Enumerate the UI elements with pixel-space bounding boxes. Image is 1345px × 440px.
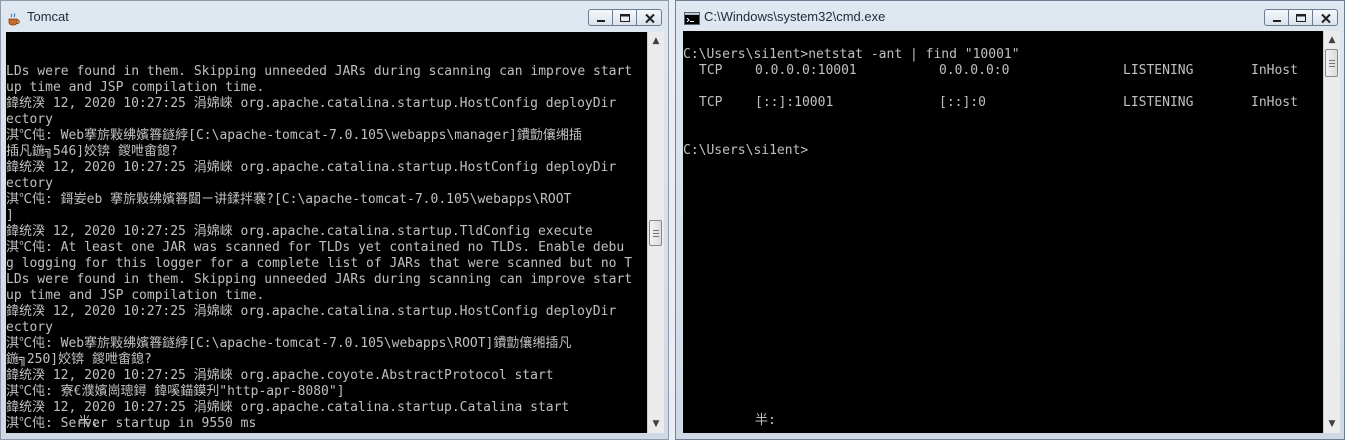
scroll-down-arrow-icon[interactable]: ▼ bbox=[1324, 416, 1340, 432]
close-icon bbox=[1321, 13, 1331, 24]
cmd-window: C:\Windows\system32\cmd.exe C:\Users\si1… bbox=[675, 0, 1345, 440]
maximize-button[interactable] bbox=[612, 9, 636, 26]
row-offload: InHost bbox=[1251, 95, 1298, 110]
minimize-icon bbox=[597, 20, 605, 22]
table-row: TCP [::]:10001 [::]:0 LISTENING InHost bbox=[683, 95, 1323, 351]
row-foreign-address: 0.0.0.0:0 bbox=[939, 63, 1010, 78]
console-line: 鍏统湀 12, 2020 10:27:25 涓婂崍 org.apache.cat… bbox=[6, 400, 570, 415]
row-proto: TCP bbox=[699, 63, 723, 78]
console-line: 鍏统湀 12, 2020 10:27:25 涓婂崍 org.apache.cat… bbox=[6, 160, 617, 175]
ime-indicator: 半: bbox=[78, 415, 99, 430]
console-line: 淇℃伅: Server startup in 9550 ms bbox=[6, 416, 257, 431]
console-line: 淇℃伅: 寮€濮嬪崗璁鐞 鍏嗘錨鏌刋"http-apr-8080"] bbox=[6, 384, 345, 399]
vertical-scrollbar[interactable]: ▲ ▼ bbox=[647, 32, 664, 433]
minimize-icon bbox=[1273, 20, 1281, 22]
window-controls bbox=[588, 9, 662, 26]
console-line: 插凡鍦╗546]姣锛 鍐呭畬鎴? bbox=[6, 144, 178, 159]
console-line: up time and JSP compilation time. bbox=[6, 288, 265, 303]
title-bar[interactable]: Tomcat bbox=[1, 1, 668, 32]
window-controls bbox=[1264, 9, 1338, 26]
minimize-button[interactable] bbox=[588, 9, 612, 26]
console-line: g logging for this logger for a complete… bbox=[6, 256, 633, 271]
console-line: ] bbox=[6, 208, 14, 223]
console-line: 鍏统湀 12, 2020 10:27:25 涓婂崍 org.apache.cat… bbox=[6, 304, 617, 319]
scroll-thumb[interactable] bbox=[649, 220, 662, 246]
row-local-address: [::]:10001 bbox=[755, 95, 834, 110]
cmd-console-output[interactable]: C:\Users\si1ent>netstat -ant | find "100… bbox=[683, 31, 1323, 433]
console-line: 鍏统湀 12, 2020 10:27:25 涓婂崍 org.apache.cat… bbox=[6, 224, 593, 239]
window-title: C:\Windows\system32\cmd.exe bbox=[704, 9, 886, 24]
console-line: 淇℃伅: At least one JAR was scanned for TL… bbox=[6, 240, 625, 255]
command-line: C:\Users\si1ent>netstat -ant | find "100… bbox=[683, 47, 1020, 62]
ime-indicator: 半: bbox=[755, 413, 776, 428]
tomcat-window: Tomcat LDs were found in them. Skipping … bbox=[0, 0, 669, 440]
scroll-up-arrow-icon[interactable]: ▲ bbox=[648, 33, 664, 49]
console-line: ectory bbox=[6, 112, 53, 127]
cmd-icon bbox=[684, 10, 700, 25]
maximize-icon bbox=[620, 14, 630, 22]
console-line: 鍏统湀 12, 2020 10:27:25 涓婂崍 org.apache.cat… bbox=[6, 96, 617, 111]
close-button[interactable] bbox=[636, 9, 662, 26]
close-icon bbox=[645, 13, 655, 24]
java-cup-icon bbox=[7, 11, 21, 26]
console-lines: LDs were found in them. Skipping unneede… bbox=[6, 64, 647, 432]
console-line: 淇℃伅: 鎶妛eb 搴旂敤绋嬪簭閮ㄧ讲鍒拌褰?[C:\apache-tomcat… bbox=[6, 192, 572, 207]
title-bar[interactable]: C:\Windows\system32\cmd.exe bbox=[676, 1, 1344, 32]
close-button[interactable] bbox=[1312, 9, 1338, 26]
vertical-scrollbar[interactable]: ▲ ▼ bbox=[1323, 31, 1340, 433]
scroll-thumb[interactable] bbox=[1325, 49, 1338, 77]
console-line: LDs were found in them. Skipping unneede… bbox=[6, 64, 633, 79]
console-line: ectory bbox=[6, 176, 53, 191]
maximize-icon bbox=[1296, 14, 1306, 22]
row-local-address: 0.0.0.0:10001 bbox=[755, 63, 857, 78]
prompt: C:\Users\si1ent> bbox=[683, 143, 809, 158]
console-line: 鍏统湀 12, 2020 10:27:25 涓婂崍 org.apache.coy… bbox=[6, 368, 554, 383]
console-line: LDs were found in them. Skipping unneede… bbox=[6, 272, 633, 287]
row-offload: InHost bbox=[1251, 63, 1298, 78]
tomcat-console-output[interactable]: LDs were found in them. Skipping unneede… bbox=[6, 32, 647, 433]
row-state: LISTENING bbox=[1123, 63, 1194, 78]
row-state: LISTENING bbox=[1123, 95, 1194, 110]
row-proto: TCP bbox=[699, 95, 723, 110]
window-title: Tomcat bbox=[27, 9, 69, 24]
console-line: up time and JSP compilation time. bbox=[6, 80, 265, 95]
minimize-button[interactable] bbox=[1264, 9, 1288, 26]
console-line: 鍦╗250]姣锛 鍐呭畬鎴? bbox=[6, 352, 152, 367]
scroll-down-arrow-icon[interactable]: ▼ bbox=[648, 416, 664, 432]
console-line: 淇℃伅: Web搴旂敤绋嬪簭鐩綍[C:\apache-tomcat-7.0.10… bbox=[6, 128, 582, 143]
console-line: 淇℃伅: Web搴旂敤绋嬪簭鐩綍[C:\apache-tomcat-7.0.10… bbox=[6, 336, 572, 351]
console-line: ectory bbox=[6, 320, 53, 335]
scroll-up-arrow-icon[interactable]: ▲ bbox=[1324, 32, 1340, 48]
row-foreign-address: [::]:0 bbox=[939, 95, 986, 110]
maximize-button[interactable] bbox=[1288, 9, 1312, 26]
